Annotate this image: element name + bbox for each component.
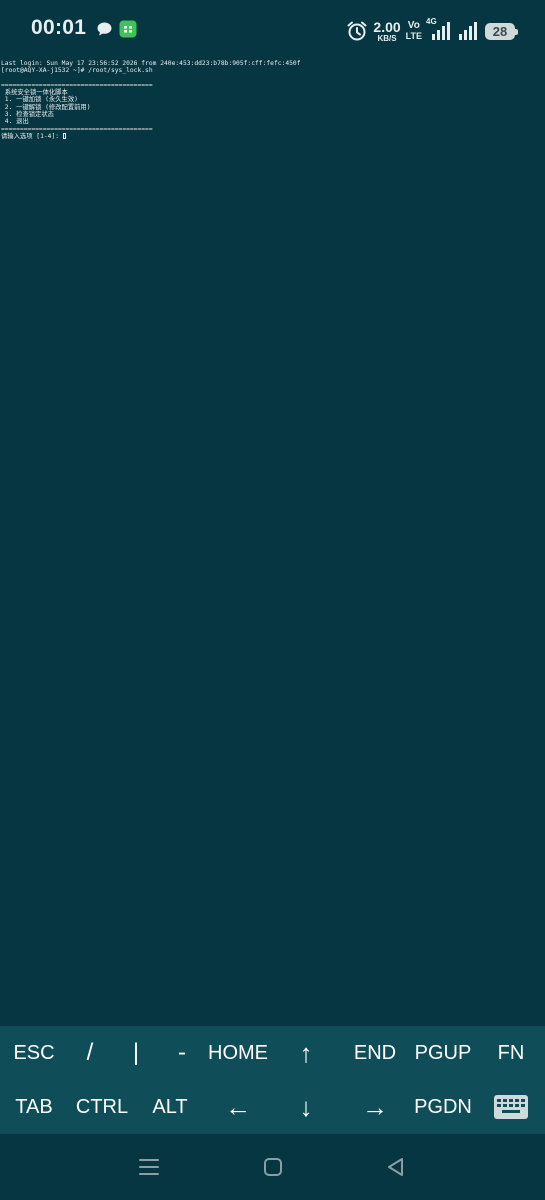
right-arrow-key[interactable]: → [341,1080,409,1134]
terminal-prompt: 请输入选项 [1-4]: [1,132,63,140]
sim1-signal: 4G [426,17,453,41]
network-type-label: 4G [426,17,437,26]
terminal-prompt-line: 请输入选项 [1-4]: [1,132,545,140]
alt-key[interactable]: ALT [136,1080,204,1134]
pgup-key[interactable]: PGUP [409,1026,477,1080]
back-button[interactable] [376,1152,416,1182]
terminal-line: [root@AQY-XA-j1532 ~]# /root/sys_lock.sh [1,67,153,75]
left-arrow-key[interactable]: ← [204,1080,272,1134]
extra-keys-bar: ESC / | - HOME ↑ END PGUP FN TAB CTRL AL… [0,1026,545,1134]
terminal-line: Last login: Sun May 17 23:56:52 2026 fro… [1,60,301,67]
signal-strength-2-icon [459,22,477,40]
fn-key[interactable]: FN [477,1026,545,1080]
volte-bottom: LTE [405,31,422,41]
terminal-line: 系统安全锁一体化脚本 [1,89,68,97]
recents-button[interactable] [129,1152,169,1182]
app-notification-icon [119,20,137,38]
menu-icon [139,1159,159,1175]
up-arrow-key[interactable]: ↑ [272,1026,340,1080]
home-key[interactable]: HOME [204,1026,272,1080]
extra-keys-row-1: ESC / | - HOME ↑ END PGUP FN [0,1026,545,1080]
terminal-line: 4. 退出 [1,118,29,126]
battery-level: 28 [492,23,508,39]
notification-icons [96,20,137,38]
square-home-icon [264,1158,282,1176]
termux-screen: 00:01 2.00 KB/S Vo LTE 4G 28 Last login:… [0,0,545,1200]
alarm-clock-icon [347,21,367,41]
status-bar: 00:01 2.00 KB/S Vo LTE 4G 28 [0,0,545,60]
terminal-line: 1. 一键加锁 (永久生效) [1,96,78,104]
pgdn-key[interactable]: PGDN [409,1080,477,1134]
terminal-output[interactable]: Last login: Sun May 17 23:56:52 2026 fro… [0,60,545,1026]
terminal-cursor [62,132,67,139]
back-triangle-icon [388,1158,403,1176]
keyboard-icon [494,1095,528,1119]
status-right-icons: 2.00 KB/S Vo LTE 4G 28 [346,17,518,44]
end-key[interactable]: END [341,1026,409,1080]
navigation-bar [0,1134,545,1200]
terminal-line: ======================================== [1,81,153,89]
keyboard-toggle-key[interactable] [477,1080,545,1134]
status-time: 00:01 [31,16,87,39]
extra-keys-row-2: TAB CTRL ALT ← ↓ → PGDN [0,1080,545,1134]
tab-key[interactable]: TAB [0,1080,68,1134]
down-arrow-key[interactable]: ↓ [272,1080,340,1134]
network-speed-unit: KB/S [377,33,397,43]
terminal-line: 3. 检查锁定状态 [1,111,54,119]
battery-icon: 28 [485,22,518,40]
network-speed: 2.00 KB/S [373,20,400,43]
ctrl-key[interactable]: CTRL [68,1080,136,1134]
terminal-line: 2. 一键解锁 (修改配置前用) [1,103,91,111]
terminal-line: ======================================== [1,125,153,133]
volte-top: Vo [407,20,420,31]
volte-indicator: Vo LTE [406,21,422,41]
network-speed-value: 2.00 [373,18,401,35]
chat-bubble-icon [97,22,112,36]
home-button[interactable] [253,1152,293,1182]
